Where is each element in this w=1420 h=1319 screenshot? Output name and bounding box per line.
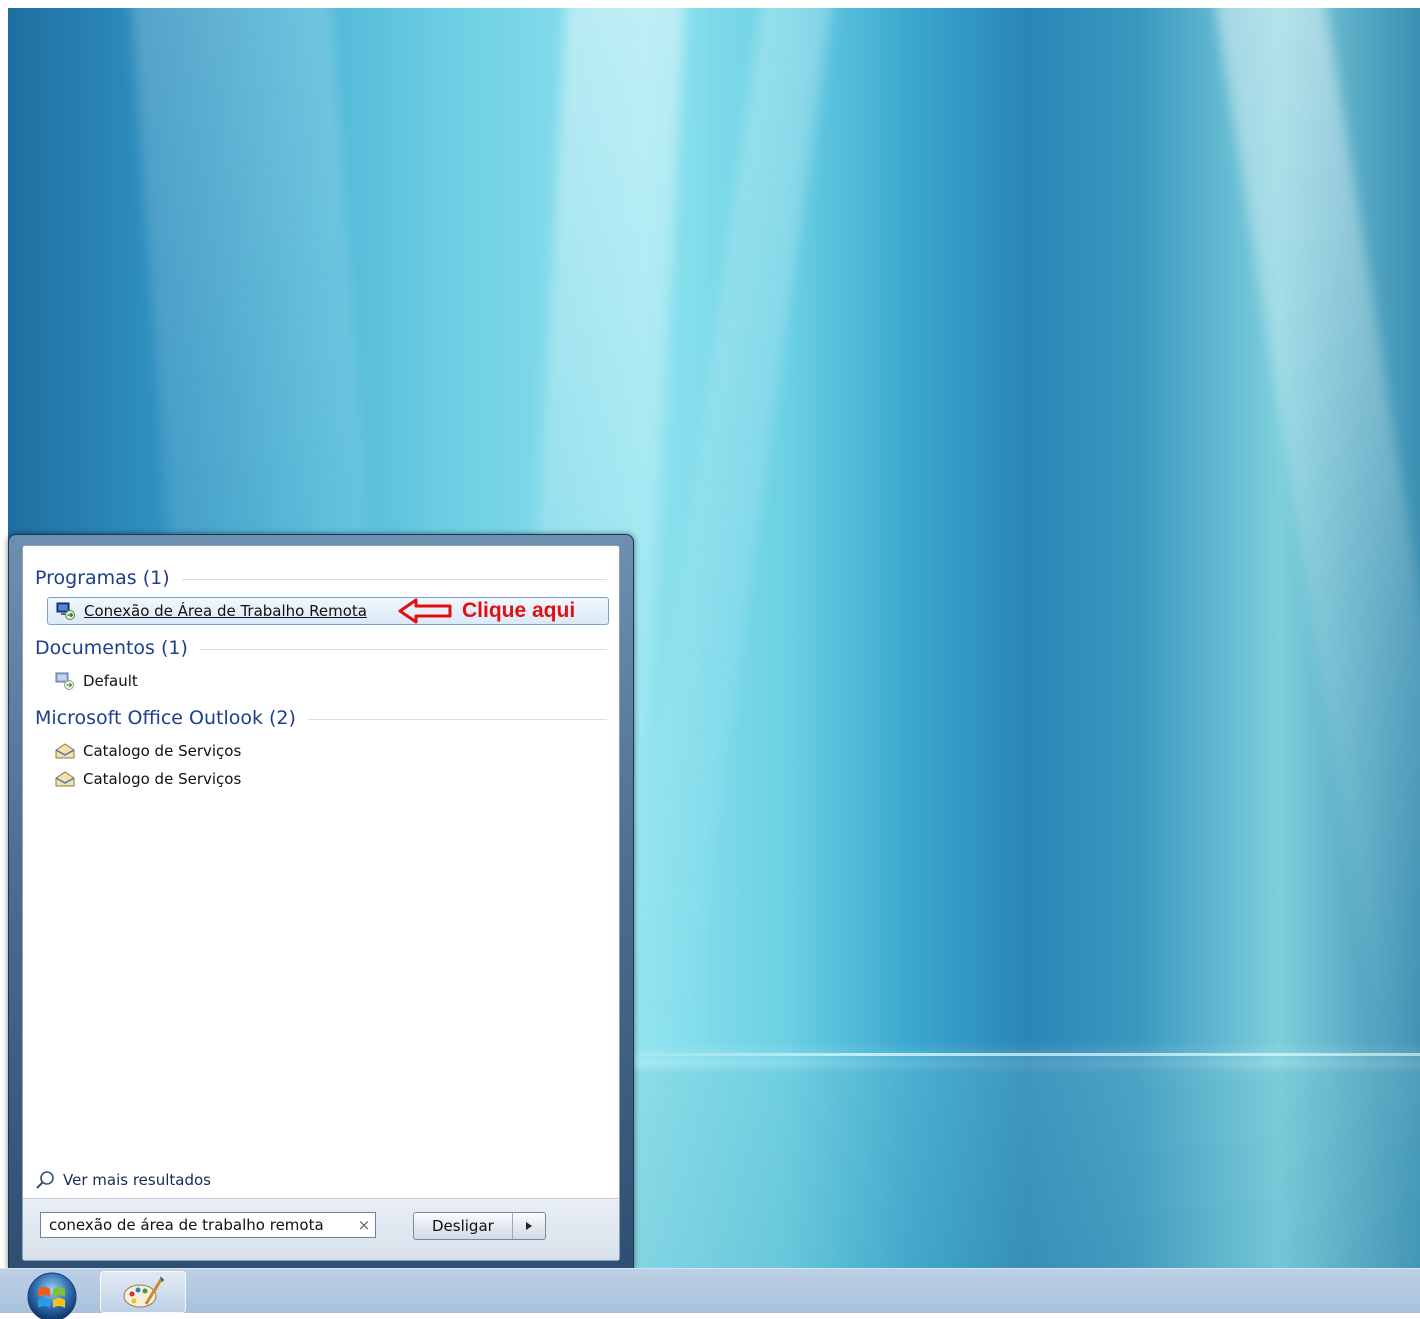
result-item-catalogo-1[interactable]: Catalogo de Serviços — [47, 737, 241, 765]
red-arrow-icon — [398, 598, 452, 624]
section-header-programas[interactable]: Programas (1) — [35, 566, 607, 590]
see-more-label: Ver mais resultados — [63, 1171, 211, 1189]
outlook-envelope-icon — [55, 741, 77, 761]
remote-desktop-file-icon — [55, 671, 77, 691]
shutdown-split-button: Desligar — [413, 1212, 546, 1240]
result-item-label: Catalogo de Serviços — [83, 770, 242, 788]
light-ray — [1208, 8, 1420, 1152]
section-divider — [307, 718, 607, 720]
shutdown-options-button[interactable] — [511, 1213, 545, 1239]
search-input-value: conexão de área de trabalho remota — [49, 1216, 324, 1234]
result-item-label: Conexão de Área de Trabalho Remota — [84, 602, 367, 620]
outlook-envelope-icon — [55, 769, 77, 789]
section-divider — [181, 578, 607, 580]
paint-icon — [123, 1276, 164, 1308]
taskbar-paint-button[interactable] — [100, 1271, 186, 1313]
search-input[interactable]: conexão de área de trabalho remota × — [40, 1212, 376, 1238]
remote-desktop-icon — [56, 601, 78, 621]
wallpaper-horizon — [628, 1053, 1420, 1056]
chevron-right-icon — [525, 1222, 532, 1230]
search-icon — [36, 1171, 54, 1189]
section-header-documentos[interactable]: Documentos (1) — [35, 636, 607, 660]
section-title: Microsoft Office Outlook (2) — [35, 707, 296, 729]
shutdown-button[interactable]: Desligar — [414, 1213, 512, 1239]
section-header-outlook[interactable]: Microsoft Office Outlook (2) — [35, 706, 607, 730]
start-button[interactable] — [10, 1271, 94, 1319]
annotation-callout: Clique aqui — [398, 598, 575, 624]
start-menu-results-panel: Programas (1) Conexão de Área de Trabalh… — [22, 545, 620, 1261]
result-item-catalogo-2[interactable]: Catalogo de Serviços — [47, 765, 241, 793]
see-more-results-link[interactable]: Ver mais resultados — [35, 1168, 211, 1192]
annotation-text: Clique aqui — [462, 599, 576, 622]
result-item-label: Default — [83, 672, 138, 690]
section-divider — [199, 648, 607, 650]
result-item-label: Catalogo de Serviços — [83, 742, 242, 760]
section-title: Documentos (1) — [35, 637, 188, 659]
clear-search-icon[interactable]: × — [353, 1216, 375, 1234]
start-menu: Programas (1) Conexão de Área de Trabalh… — [8, 534, 634, 1270]
result-item-default[interactable]: Default — [47, 667, 138, 695]
result-item-remote-desktop[interactable]: Conexão de Área de Trabalho Remota Cliqu… — [47, 597, 609, 625]
taskbar — [0, 1268, 1420, 1319]
section-title: Programas (1) — [35, 567, 170, 589]
